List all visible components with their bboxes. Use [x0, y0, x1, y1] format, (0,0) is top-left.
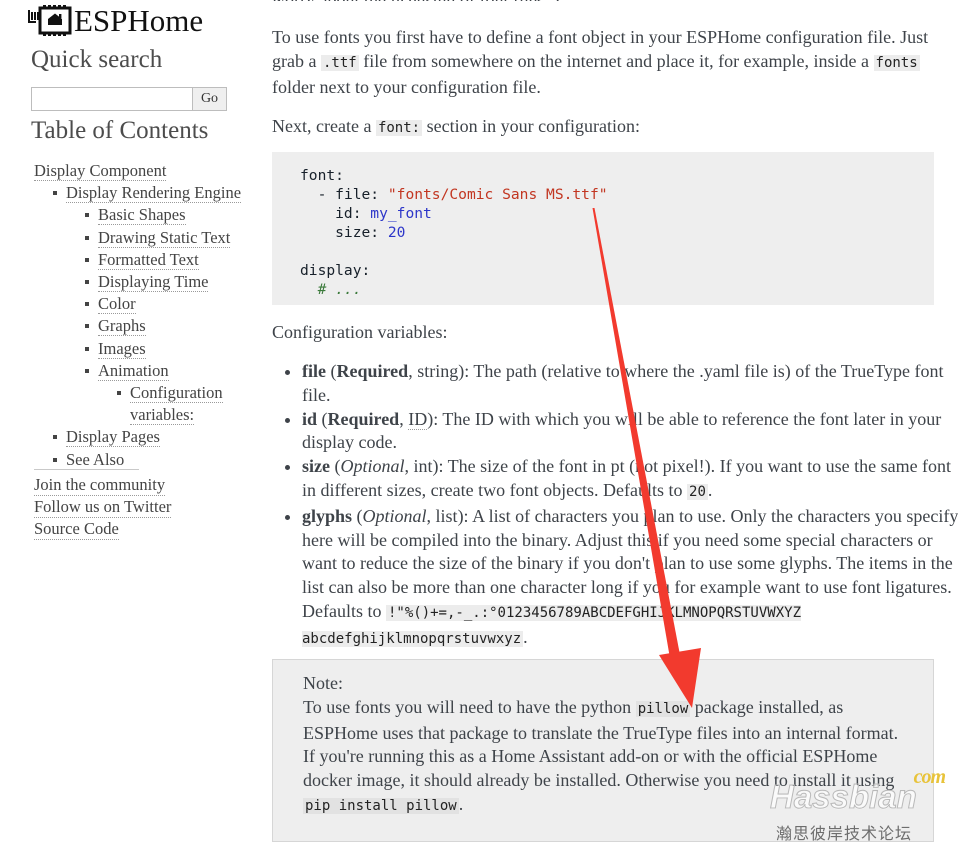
sidebar-divider: [34, 469, 139, 470]
next-text-part2: section in your configuration:: [422, 116, 641, 136]
toc-item-configuration-variables[interactable]: Configuration variables:: [116, 382, 262, 426]
link-join-the-community[interactable]: Join the community: [34, 474, 166, 496]
toc-link[interactable]: Display Rendering Engine: [66, 183, 242, 204]
toc-link[interactable]: Color: [98, 294, 136, 315]
toc-item-images[interactable]: Images: [84, 338, 262, 360]
cut-off-text: worry about the licensing of font files …: [272, 0, 934, 1]
inline-code-ttf: .ttf: [320, 54, 359, 71]
documentation-page: ESPHome Quick search Go Table of Content…: [0, 0, 958, 846]
config-var-optionality: Optional: [362, 505, 427, 526]
note-title: Note:: [303, 673, 343, 693]
config-var-name: size: [302, 456, 330, 477]
inline-code-fonts: fonts: [873, 54, 920, 71]
code-line4-value: 20: [379, 224, 406, 241]
code-line1-key: font:: [300, 167, 344, 184]
code-line2-string: "fonts/Comic Sans MS.ttf": [379, 186, 608, 203]
toc-link[interactable]: Graphs: [98, 316, 146, 337]
inline-code-font-section: font:: [375, 120, 423, 136]
configuration-variables-heading: Configuration variables:: [272, 322, 448, 342]
link-follow-us-on-twitter[interactable]: Follow us on Twitter: [34, 496, 172, 518]
code-line2-dash: -: [300, 186, 336, 203]
config-var-size: size (Optional, int): The size of the fo…: [285, 455, 958, 505]
toc-item-animation[interactable]: Animation Configuration variables:: [84, 360, 262, 427]
toc-item-color[interactable]: Color: [84, 293, 262, 315]
id-reference-link[interactable]: ID: [408, 408, 428, 430]
config-var-type: , int: [404, 456, 433, 477]
code-line6-key: display:: [300, 262, 371, 279]
config-var-glyphs: glyphs (Optional, list): A list of chara…: [285, 505, 958, 652]
toc-item-basic-shapes[interactable]: Basic Shapes: [84, 204, 262, 226]
toc-item-formatted-text[interactable]: Formatted Text: [84, 249, 262, 271]
note-text-part1: To use fonts you will need to have the p…: [303, 696, 636, 717]
brand-title: ESPHome: [74, 3, 204, 38]
config-var-name: glyphs: [302, 505, 353, 526]
configuration-variables-list: file (Required, string): The path (relat…: [272, 360, 958, 652]
config-var-type: , string: [408, 361, 459, 381]
inline-code-pip-install-pillow: pip install pillow: [303, 797, 459, 814]
yaml-code-content: font: - file: "fonts/Comic Sans MS.ttf" …: [300, 166, 916, 299]
toc-item-displaying-time[interactable]: Displaying Time: [84, 271, 262, 293]
brand-header[interactable]: ESPHome: [0, 0, 262, 40]
config-var-id: id (Required, ID): The ID with which you…: [285, 408, 958, 456]
toc-link[interactable]: Images: [98, 338, 146, 359]
quick-search-heading: Quick search: [31, 46, 163, 73]
note-text-part3: .: [458, 793, 464, 814]
config-var-name: id: [302, 408, 318, 429]
next-text-part1: Next, create a: [272, 116, 376, 136]
code-line2-key: file:: [335, 186, 380, 203]
toc-item-display-component[interactable]: Display Component Display Rendering Engi…: [34, 160, 262, 471]
search-form[interactable]: Go: [31, 87, 227, 111]
toc-link[interactable]: Display Pages: [66, 427, 160, 448]
toc-link[interactable]: Drawing Static Text: [98, 227, 231, 248]
code-line7-comment: # ...: [300, 281, 362, 298]
toc-link[interactable]: See Also: [66, 449, 125, 470]
link-source-code[interactable]: Source Code: [34, 518, 119, 540]
config-var-type: , list: [426, 505, 458, 526]
config-var-description-tail: .: [707, 479, 713, 500]
inline-code-pillow: pillow: [635, 700, 691, 717]
code-line3-key: id:: [300, 205, 362, 222]
cut-off-paragraph: worry about the licensing of font files …: [272, 0, 934, 1]
intro-text-part2: file from somewhere on the internet and …: [358, 50, 874, 71]
config-var-file: file (Required, string): The path (relat…: [285, 360, 958, 408]
toc-item-display-pages[interactable]: Display Pages: [52, 426, 262, 448]
config-var-requirement: Required: [336, 361, 409, 381]
sidebar: ESPHome Quick search Go Table of Content…: [0, 0, 262, 846]
intro-text-part3: folder next to your configuration file.: [272, 76, 541, 97]
yaml-code-block: font: - file: "fonts/Comic Sans MS.ttf" …: [272, 152, 934, 305]
note-body: To use fonts you will need to have the p…: [303, 696, 907, 819]
sidebar-external-links: Join the community Follow us on Twitter …: [34, 474, 172, 540]
intro-paragraph: To use fonts you first have to define a …: [272, 26, 934, 99]
search-input[interactable]: [31, 87, 193, 111]
toc-link[interactable]: Animation: [98, 360, 169, 381]
code-line3-value: my_font: [361, 205, 432, 222]
esphome-chip-house-icon: [28, 4, 72, 38]
toc-heading: Table of Contents: [31, 117, 209, 144]
toc-link[interactable]: Formatted Text: [98, 249, 199, 270]
table-of-contents: Display Component Display Rendering Engi…: [0, 160, 262, 471]
config-var-optionality: Optional: [340, 456, 405, 477]
search-go-button[interactable]: Go: [193, 87, 227, 111]
note-admonition: Note: To use fonts you will need to have…: [272, 659, 934, 842]
config-var-description-tail: .: [523, 626, 528, 647]
code-line4-key: size:: [300, 224, 380, 241]
config-var-name: file: [302, 361, 326, 381]
toc-item-display-rendering-engine[interactable]: Display Rendering Engine Basic Shapes Dr…: [52, 182, 262, 426]
config-var-requirement: Required: [327, 408, 400, 429]
toc-item-drawing-static-text[interactable]: Drawing Static Text: [84, 227, 262, 249]
toc-link[interactable]: Display Component: [34, 161, 167, 181]
inline-code-default-size: 20: [687, 483, 708, 500]
toc-link[interactable]: Basic Shapes: [98, 205, 186, 226]
toc-link[interactable]: Configuration variables:: [130, 383, 223, 426]
toc-item-graphs[interactable]: Graphs: [84, 315, 262, 337]
toc-link[interactable]: Displaying Time: [98, 272, 209, 293]
toc-item-see-also[interactable]: See Also: [52, 449, 262, 471]
next-paragraph: Next, create a font: section in your con…: [272, 115, 934, 141]
